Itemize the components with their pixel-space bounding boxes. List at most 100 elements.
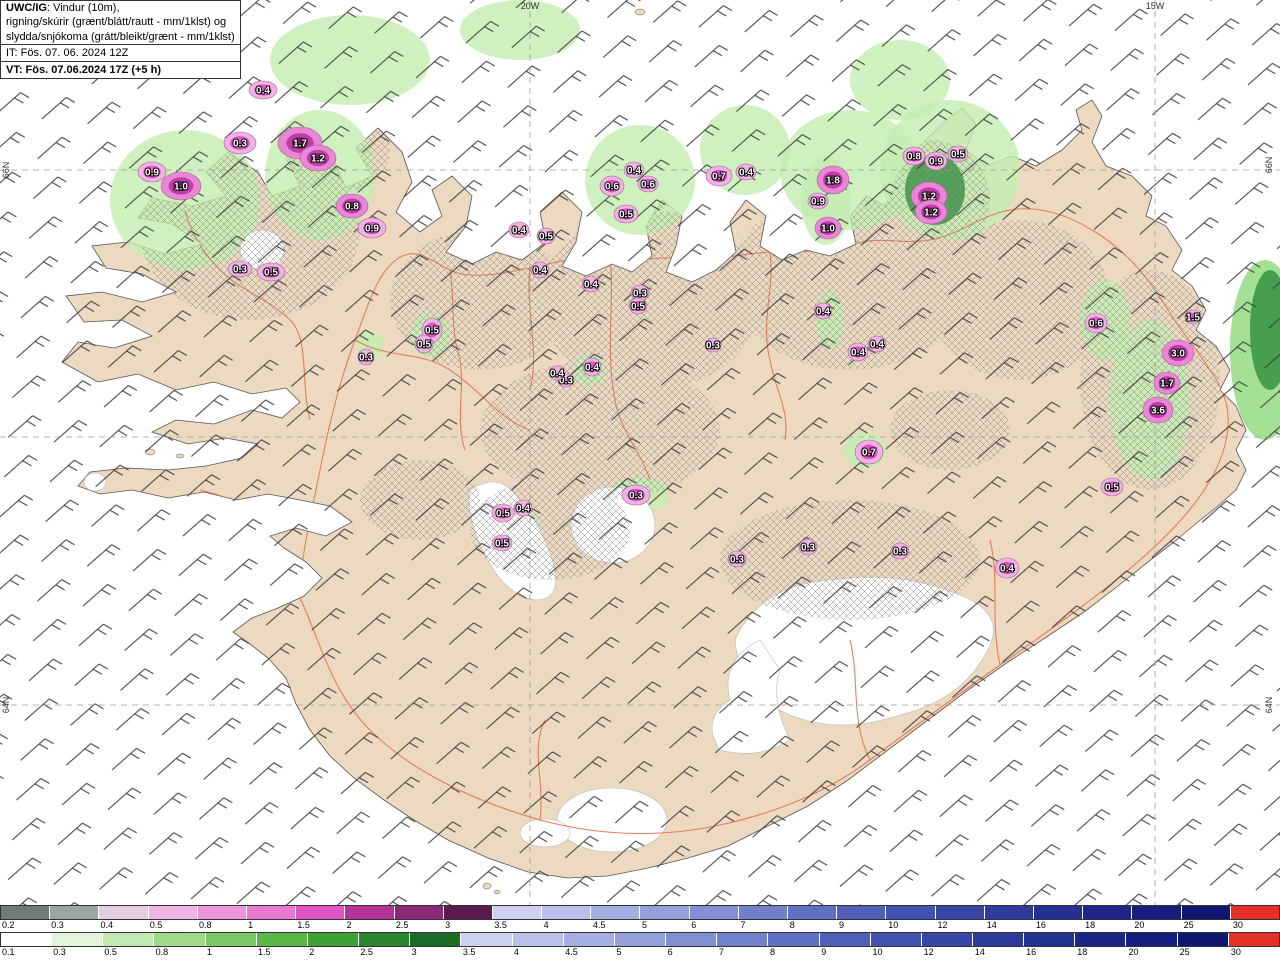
product-title-rest: : Vindur (10m), <box>46 2 120 14</box>
colorbar-segment <box>1228 933 1279 946</box>
colorbar-segment <box>614 933 667 946</box>
precip-value-label: 0.9 <box>811 197 825 208</box>
colorbar-segment <box>50 906 100 919</box>
precip-value-label: 0.3 <box>233 139 247 150</box>
colorbar-tick-label: 4 <box>514 947 520 957</box>
colorbar-tick-label: 20 <box>1134 920 1145 930</box>
colorbar-segment <box>1033 906 1084 919</box>
precip-value-label: 0.4 <box>550 369 564 380</box>
rain-colorbar: 0.2 0.3 0.4 0.5 0.8 1 1.5 2 2.5 3 3.5 4 4.5 5 6 7 8 9 10 12… <box>0 905 1280 932</box>
precip-value-label: 1.7 <box>293 139 307 150</box>
colorbar-labels: 0.2 0.3 0.4 0.5 0.8 1 1.5 2 2.5 3 3.5 4 4.5 5 6 7 8 9 10 12… <box>0 920 1280 931</box>
colorbar-segment <box>394 906 444 919</box>
colorbar-tick-label: 6 <box>667 947 673 957</box>
colorbar-tick-label: 0.1 <box>2 947 15 957</box>
precip-value-label: 0.4 <box>739 168 753 179</box>
colorbar-segment <box>738 906 788 919</box>
precip-value-label: 0.4 <box>584 280 598 291</box>
colorbar-strip <box>0 905 1280 920</box>
colorbar-tick-label: 30 <box>1230 947 1241 957</box>
precip-value-label: 0.5 <box>495 539 509 550</box>
legend-line-snow: slydda/snjókoma (grátt/bleikt/grænt - mm… <box>6 30 235 43</box>
colorbar-segment <box>886 906 936 919</box>
colorbar-tick-label: 0.2 <box>2 920 15 930</box>
colorbar-segment <box>512 933 564 946</box>
colorbar-tick-label: 2.5 <box>360 947 373 957</box>
colorbar-segment <box>921 933 973 946</box>
precip-value-label: 0.7 <box>862 448 876 459</box>
colorbar-segment <box>870 933 922 946</box>
precip-value-label: 0.5 <box>425 326 439 337</box>
legend-line-rain: rigning/skúrir (grænt/blátt/rautt - mm/1… <box>6 16 227 29</box>
colorbar-segment <box>296 906 346 919</box>
colorbar-tick-label: 0.3 <box>51 920 64 930</box>
colorbar-tick-label: 5 <box>616 947 622 957</box>
colorbar-tick-label: 0.8 <box>155 947 169 957</box>
colorbar-tick-label: 10 <box>872 947 883 957</box>
colorbar-tick-label: 12 <box>937 920 948 930</box>
precip-value-label: 0.6 <box>605 182 619 193</box>
colorbar-segment <box>1024 933 1076 946</box>
colorbar-segment <box>256 933 308 946</box>
colorbar-tick-label: 16 <box>1026 947 1037 957</box>
precip-value-label: 0.3 <box>893 547 907 558</box>
colorbar-tick-label: 14 <box>986 920 997 930</box>
colorbar-tick-label: 1.5 <box>258 947 271 957</box>
colorbar-tick-label: 20 <box>1128 947 1139 957</box>
map-legend-box: UWC/IG: Vindur (10m), rigning/skúrir (gr… <box>0 0 241 80</box>
colorbar-segment <box>837 906 887 919</box>
colorbar-segment <box>461 933 513 946</box>
precip-value-label: 0.5 <box>951 150 965 161</box>
colorbar-tick-label: 5 <box>642 920 648 930</box>
colorbar-segment <box>99 906 149 919</box>
colorbar-segment <box>591 906 641 919</box>
colorbar-segment <box>1 933 53 946</box>
precip-value-label: 3.0 <box>1171 349 1185 360</box>
precip-value-label: 0.5 <box>496 509 510 520</box>
precip-value-label: 0.4 <box>816 307 830 318</box>
precip-value-label: 0.4 <box>256 86 270 97</box>
colorbar-segment <box>1177 933 1229 946</box>
coordinate-label: 64N <box>1 697 11 714</box>
precip-value-label: 0.3 <box>730 555 744 566</box>
precip-value-label: 0.3 <box>629 491 643 502</box>
colorbar-segment <box>1 906 51 919</box>
valid-time: VT: Fös. 07.06.2024 17Z (+5 h) <box>1 61 240 78</box>
precip-value-label: 0.6 <box>641 180 655 191</box>
precip-value-label: 0.7 <box>712 172 726 183</box>
precip-value-label: 0.4 <box>516 504 530 515</box>
colorbar-segment <box>359 933 411 946</box>
colorbar-segment <box>819 933 871 946</box>
precip-value-label: 0.8 <box>345 202 359 213</box>
wind-barbs <box>0 0 1280 905</box>
precip-value-label: 1.2 <box>311 154 325 165</box>
precip-value-label: 0.9 <box>145 168 159 179</box>
colorbar-segment <box>148 906 198 919</box>
weather-forecast-map: 0.4 0.3 1.7 1.2 0.9 1.0 0.8 0.9 0.3 0.5 0.5 0.5 0.3 0… <box>0 0 1280 960</box>
colorbar-tick-label: 1 <box>206 947 212 957</box>
precip-value-label: 0.3 <box>801 543 815 554</box>
coordinate-label: 66N <box>1 162 11 179</box>
colorbar-tick-label: 7 <box>718 947 724 957</box>
colorbar-tick-label: 0.5 <box>149 920 163 930</box>
colorbar-area: 0.2 0.3 0.4 0.5 0.8 1 1.5 2 2.5 3 3.5 4 4.5 5 6 7 8 9 10 12… <box>0 905 1280 960</box>
colorbar-segment <box>492 906 543 919</box>
colorbar-segment <box>563 933 615 946</box>
colorbar-segment <box>1075 933 1127 946</box>
colorbar-tick-label: 10 <box>888 920 899 930</box>
colorbar-segment <box>1126 933 1178 946</box>
precip-value-label: 0.3 <box>233 265 247 276</box>
colorbar-segment <box>542 906 592 919</box>
product-title: UWC/IG: Vindur (10m), <box>1 1 240 15</box>
colorbar-segment <box>154 933 206 946</box>
colorbar-tick-label: 3 <box>411 947 417 957</box>
product-code: UWC/IG <box>6 2 47 14</box>
colorbar-tick-label: 12 <box>923 947 934 957</box>
colorbar-tick-label: 3 <box>445 920 451 930</box>
colorbar-tick-label: 1 <box>248 920 254 930</box>
coordinate-label: 15W <box>1146 1 1165 11</box>
colorbar-segment <box>717 933 769 946</box>
precip-value-label: 1.0 <box>821 224 835 235</box>
colorbar-tick-label: 18 <box>1085 920 1096 930</box>
colorbar-segment <box>1230 906 1279 919</box>
